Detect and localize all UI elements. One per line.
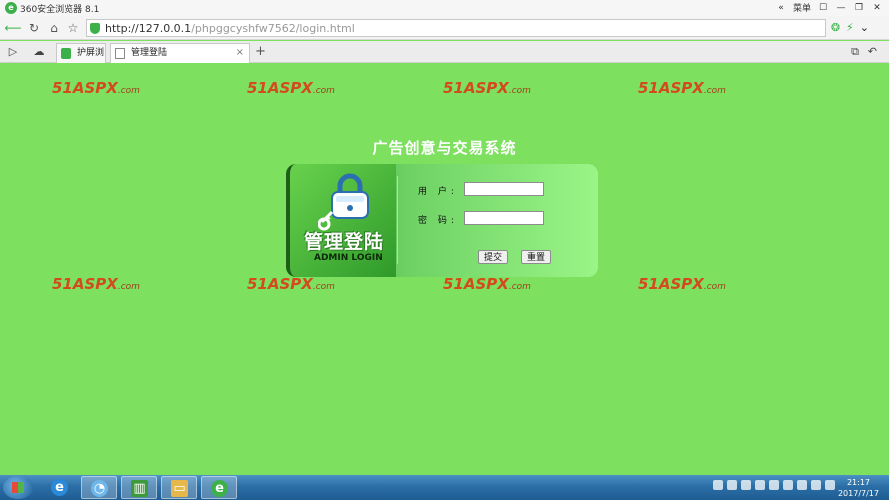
divider <box>397 176 398 264</box>
url-input[interactable]: http://127.0.0.1/phpggcyshfw7562/login.h… <box>86 19 826 37</box>
sidebar-toggle-icon[interactable]: ▷ <box>6 45 20 59</box>
login-header-panel: 管理登陆 ADMIN LOGIN <box>286 164 396 277</box>
maximize-button[interactable]: ❐ <box>853 3 865 13</box>
tray-display-icon[interactable] <box>797 480 807 490</box>
taskbar-clock[interactable]: 21:17 2017/7/17 <box>838 477 879 499</box>
submit-button[interactable]: 提交 <box>478 250 509 264</box>
tray-help-icon[interactable] <box>727 480 737 490</box>
minimize-button[interactable]: — <box>835 3 847 13</box>
green-screen-icon <box>61 48 71 59</box>
speed-mode-icon[interactable]: ⚡ <box>846 21 854 34</box>
watermark-logo: 51ASPX.com <box>52 79 140 97</box>
reset-button[interactable]: 重置 <box>521 250 552 264</box>
security-shield-icon <box>90 23 100 34</box>
window-controls: « 菜单 ☐ — ❐ ✕ <box>775 1 883 15</box>
back-arrow-icon[interactable]: ⟵ <box>4 19 22 37</box>
360-browser-icon: e <box>211 480 228 497</box>
tab-screen-protect[interactable]: 护屏浏览 <box>56 43 106 76</box>
tab-close-icon[interactable]: × <box>236 44 244 62</box>
browser-titlebar: e 360安全浏览器 8.1 « 菜单 ☐ — ❐ ✕ <box>0 0 889 16</box>
ie-icon: e <box>51 479 68 496</box>
taskbar-360se[interactable]: e <box>201 476 237 499</box>
address-right-icons: ❂ ⚡ ⌄ <box>831 21 869 34</box>
username-field[interactable] <box>464 182 544 196</box>
chart-app-icon: ▥ <box>131 480 148 497</box>
new-tab-button[interactable]: + <box>255 44 266 60</box>
admin-login-title-en: ADMIN LOGIN <box>314 253 383 263</box>
menu-button[interactable]: 菜单 <box>793 1 811 14</box>
browser-title: 360安全浏览器 8.1 <box>20 5 100 15</box>
watermark-logo: 51ASPX.com <box>443 275 531 293</box>
browser-logo-icon: e <box>5 2 17 14</box>
clock-time: 21:17 <box>846 478 871 487</box>
watermark-logo: 51ASPX.com <box>638 275 726 293</box>
admin-login-title-cn: 管理登陆 <box>304 231 385 253</box>
folder-icon: ▭ <box>171 480 188 497</box>
dropdown-chevron-icon[interactable]: ⌄ <box>860 21 869 34</box>
system-tray <box>713 480 835 490</box>
undo-close-icon[interactable]: ↶ <box>868 45 877 58</box>
tab-label: 管理登陆 <box>131 48 168 58</box>
taskbar-chart-app[interactable]: ▥ <box>121 476 157 499</box>
close-window-button[interactable]: ✕ <box>871 3 883 13</box>
page-body: 51ASPX.com 51ASPX.com 51ASPX.com 51ASPX.… <box>0 63 889 475</box>
username-label: 用 户: <box>418 187 458 197</box>
collapse-icon[interactable]: « <box>775 3 787 13</box>
url-text: http://127.0.0.1/phpggcyshfw7562/login.h… <box>105 22 355 35</box>
system-title: 广告创意与交易系统 <box>372 139 517 157</box>
tray-signal-icon[interactable] <box>825 480 835 490</box>
watermark-logo: 51ASPX.com <box>638 79 726 97</box>
watermark-logo: 51ASPX.com <box>247 275 335 293</box>
tray-keyboard-icon[interactable] <box>713 480 723 490</box>
tray-app-icon[interactable] <box>741 480 751 490</box>
cloud-icon[interactable]: ☁ <box>32 45 46 59</box>
edge-swirl-icon: ◔ <box>91 480 108 497</box>
taskbar-ie[interactable]: e <box>42 476 78 499</box>
restore-tabs-icon[interactable]: ⧉ <box>851 45 859 59</box>
page-icon <box>115 48 125 59</box>
tray-network-icon[interactable] <box>783 480 793 490</box>
compatibility-icon[interactable]: ❂ <box>831 21 840 34</box>
clock-date: 2017/7/17 <box>837 489 879 498</box>
star-icon[interactable]: ☆ <box>64 19 82 37</box>
tab-admin-login[interactable]: 管理登陆 × <box>110 43 250 63</box>
password-field[interactable] <box>464 211 544 225</box>
tray-shield-icon[interactable] <box>755 480 765 490</box>
tab-bar: ▷ ☁ 护屏浏览 管理登陆 × + ⧉ ↶ <box>0 41 889 76</box>
watermark-logo: 51ASPX.com <box>247 79 335 97</box>
tray-volume-icon[interactable] <box>811 480 821 490</box>
home-icon[interactable]: ⌂ <box>45 19 63 37</box>
skin-icon[interactable]: ☐ <box>817 3 829 13</box>
taskbar-browser-360[interactable]: ◔ <box>81 476 117 499</box>
taskbar-explorer[interactable]: ▭ <box>161 476 197 499</box>
tray-flag-icon[interactable] <box>769 480 779 490</box>
padlock-key-icon <box>318 173 369 231</box>
windows-taskbar: e ◔ ▥ ▭ e 21:17 2017/7/17 <box>0 475 889 500</box>
start-button[interactable] <box>3 476 33 499</box>
watermark-logo: 51ASPX.com <box>52 275 140 293</box>
address-toolbar: ⟵ ↻ ⌂ ☆ http://127.0.0.1/phpggcyshfw7562… <box>0 16 889 40</box>
windows-flag-icon <box>12 482 24 493</box>
password-label: 密 码: <box>418 216 458 226</box>
refresh-icon[interactable]: ↻ <box>25 19 43 37</box>
login-panel: 管理登陆 ADMIN LOGIN 用 户: 密 码: 提交 重置 <box>286 164 598 277</box>
watermark-logo: 51ASPX.com <box>443 79 531 97</box>
